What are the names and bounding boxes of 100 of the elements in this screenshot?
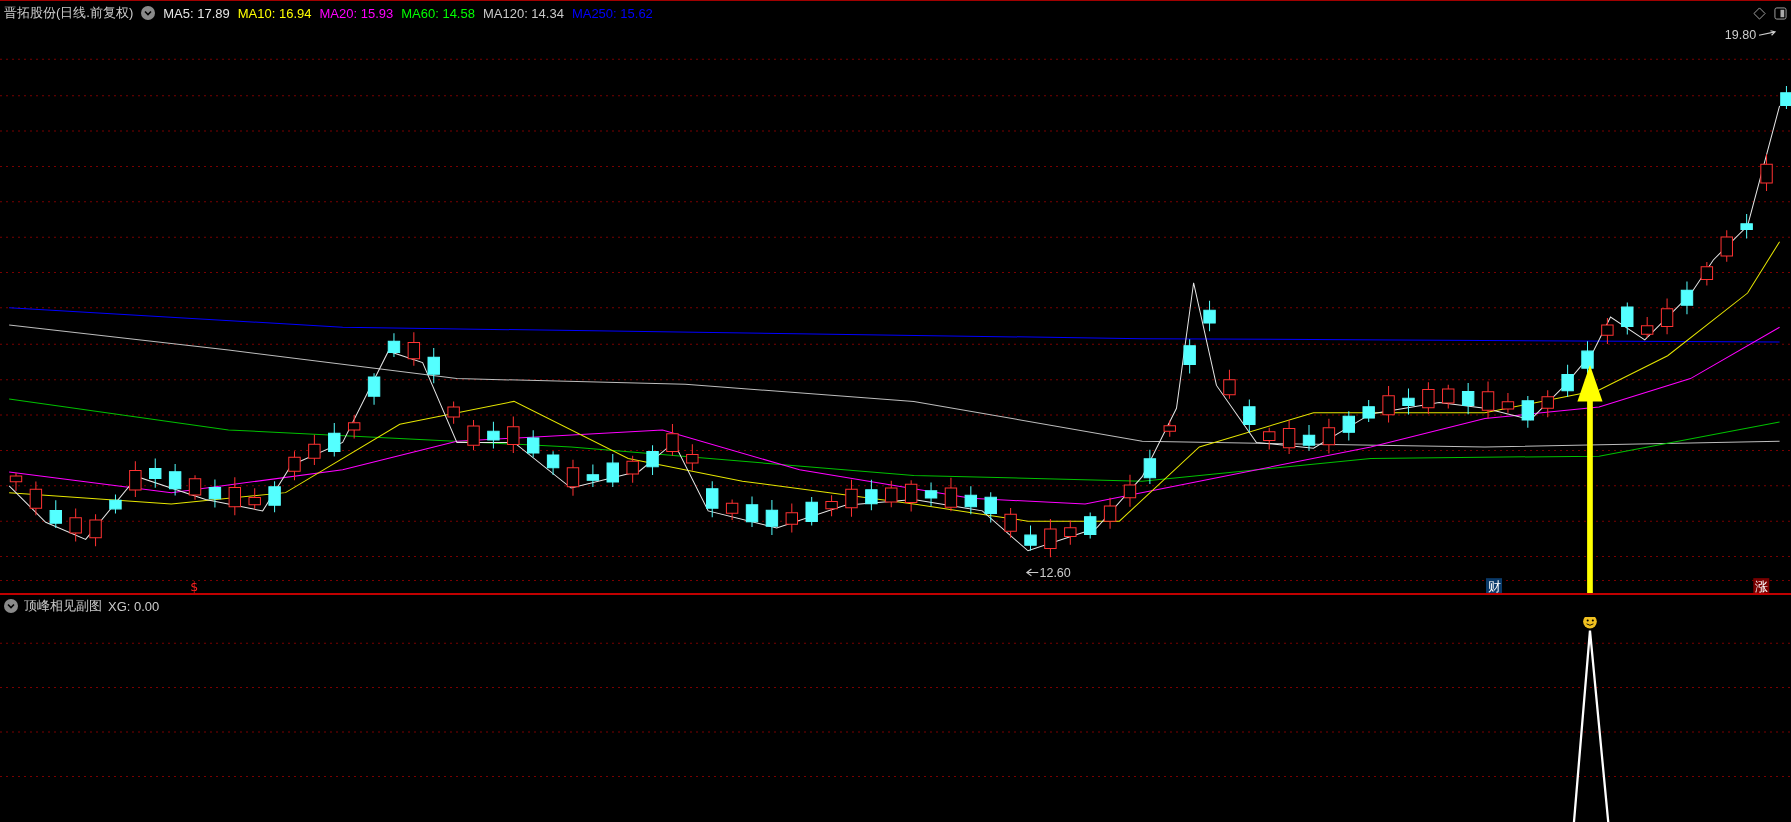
candlestick bbox=[1780, 85, 1791, 110]
candlestick bbox=[745, 496, 759, 528]
candlestick bbox=[1282, 419, 1296, 455]
candlestick bbox=[308, 434, 321, 466]
candlestick bbox=[1084, 512, 1097, 539]
candlestick bbox=[586, 463, 600, 488]
ma-legend-item: MA250: 15.62 bbox=[571, 5, 653, 21]
dropdown-icon[interactable] bbox=[141, 6, 156, 20]
indicator-title: 顶峰相见副图 bbox=[24, 597, 102, 615]
candlestick bbox=[228, 476, 241, 516]
chart-marker: $ bbox=[190, 578, 199, 594]
candlestick bbox=[924, 482, 938, 507]
indicator-reading: XG: 0.00 bbox=[108, 598, 160, 614]
candlestick bbox=[1004, 507, 1017, 539]
arrow-icon bbox=[1577, 364, 1603, 595]
candlestick bbox=[1163, 420, 1176, 438]
candlestick bbox=[447, 401, 460, 425]
candlestick bbox=[1044, 518, 1057, 558]
candlestick bbox=[527, 429, 540, 458]
candlestick bbox=[566, 459, 580, 497]
candlestick bbox=[1203, 300, 1216, 332]
candlestick bbox=[149, 457, 162, 489]
candlestick bbox=[347, 414, 361, 440]
candlestick bbox=[407, 331, 421, 367]
candlestick bbox=[825, 494, 838, 517]
candlestick bbox=[1342, 410, 1355, 441]
candlestick bbox=[1302, 424, 1316, 452]
candlestick bbox=[1720, 229, 1733, 263]
candlestick bbox=[765, 499, 779, 536]
candlestick bbox=[1740, 213, 1753, 239]
candlestick bbox=[666, 423, 679, 457]
candlestick bbox=[507, 416, 520, 454]
candlestick bbox=[1103, 497, 1117, 530]
candlestick bbox=[69, 507, 82, 542]
candlestick bbox=[1382, 385, 1395, 423]
candlestick bbox=[1621, 302, 1634, 335]
candlestick bbox=[845, 479, 858, 518]
candlestick bbox=[208, 479, 222, 508]
candlestick bbox=[487, 421, 500, 450]
candlestick bbox=[49, 499, 62, 529]
candlestick bbox=[387, 332, 401, 358]
candlestick bbox=[626, 455, 639, 484]
candlestick bbox=[964, 485, 978, 515]
panel-toggle-icon[interactable] bbox=[1774, 6, 1787, 20]
candlestick bbox=[1362, 399, 1375, 423]
candlestick bbox=[885, 480, 898, 508]
candlestick bbox=[9, 472, 23, 492]
candlestick bbox=[1501, 392, 1515, 414]
candlestick bbox=[725, 498, 739, 521]
candlestick bbox=[1481, 380, 1495, 419]
diamond-icon[interactable] bbox=[1753, 6, 1766, 20]
candlestick bbox=[1442, 384, 1455, 410]
chart-title: 晋拓股份(日线.前复权) bbox=[4, 4, 134, 22]
candlestick bbox=[1322, 418, 1336, 455]
candlestick bbox=[367, 372, 381, 406]
ma-legend-item: MA10: 16.94 bbox=[237, 5, 312, 21]
candlestick bbox=[1760, 153, 1773, 192]
candlestick bbox=[89, 513, 102, 547]
candlestick bbox=[1064, 520, 1077, 546]
candlestick bbox=[1024, 524, 1037, 552]
candlestick bbox=[1700, 261, 1714, 286]
candlestick bbox=[1561, 364, 1574, 398]
candlestick bbox=[646, 444, 659, 476]
candlestick bbox=[1402, 387, 1415, 416]
candlestick bbox=[1521, 395, 1535, 429]
candlestick bbox=[1263, 427, 1276, 451]
dropdown-icon[interactable] bbox=[4, 599, 18, 613]
candlestick bbox=[467, 419, 480, 451]
candlestick bbox=[129, 460, 142, 498]
high-price-label: 19.80 bbox=[1724, 27, 1777, 42]
candlestick bbox=[168, 463, 182, 497]
candlestick bbox=[109, 493, 122, 514]
candlestick bbox=[785, 503, 798, 533]
candlestick bbox=[328, 422, 341, 457]
candlestick bbox=[1601, 317, 1614, 345]
candlestick bbox=[1461, 382, 1475, 415]
candlestick bbox=[706, 480, 719, 518]
candlestick bbox=[944, 477, 958, 512]
candlestick bbox=[188, 474, 202, 501]
ma-legend-item: MA20: 15.93 bbox=[319, 5, 394, 21]
candlestick bbox=[1143, 449, 1157, 485]
chart-marker: 涨 bbox=[1753, 578, 1770, 594]
candlestick bbox=[427, 347, 440, 384]
ma-legend-item: MA5: 17.89 bbox=[163, 5, 230, 21]
candlestick bbox=[1183, 338, 1196, 374]
candlestick bbox=[268, 480, 281, 513]
candlestick bbox=[1243, 399, 1256, 433]
low-price-label: 12.60 bbox=[1025, 566, 1071, 581]
smiley-icon bbox=[1583, 617, 1597, 629]
candlestick bbox=[1581, 340, 1594, 375]
ma-legend-item: MA60: 14.58 bbox=[401, 5, 475, 21]
candlestick bbox=[1680, 280, 1694, 315]
chart-marker: 财 bbox=[1486, 578, 1502, 594]
candlestick bbox=[288, 450, 301, 481]
candlestick bbox=[686, 443, 699, 471]
ma-legend-item: MA120: 14.34 bbox=[482, 5, 564, 21]
candlestick bbox=[248, 487, 261, 510]
candlestick bbox=[1123, 474, 1137, 508]
candlestick bbox=[1541, 389, 1554, 418]
candlestick bbox=[1660, 297, 1674, 335]
